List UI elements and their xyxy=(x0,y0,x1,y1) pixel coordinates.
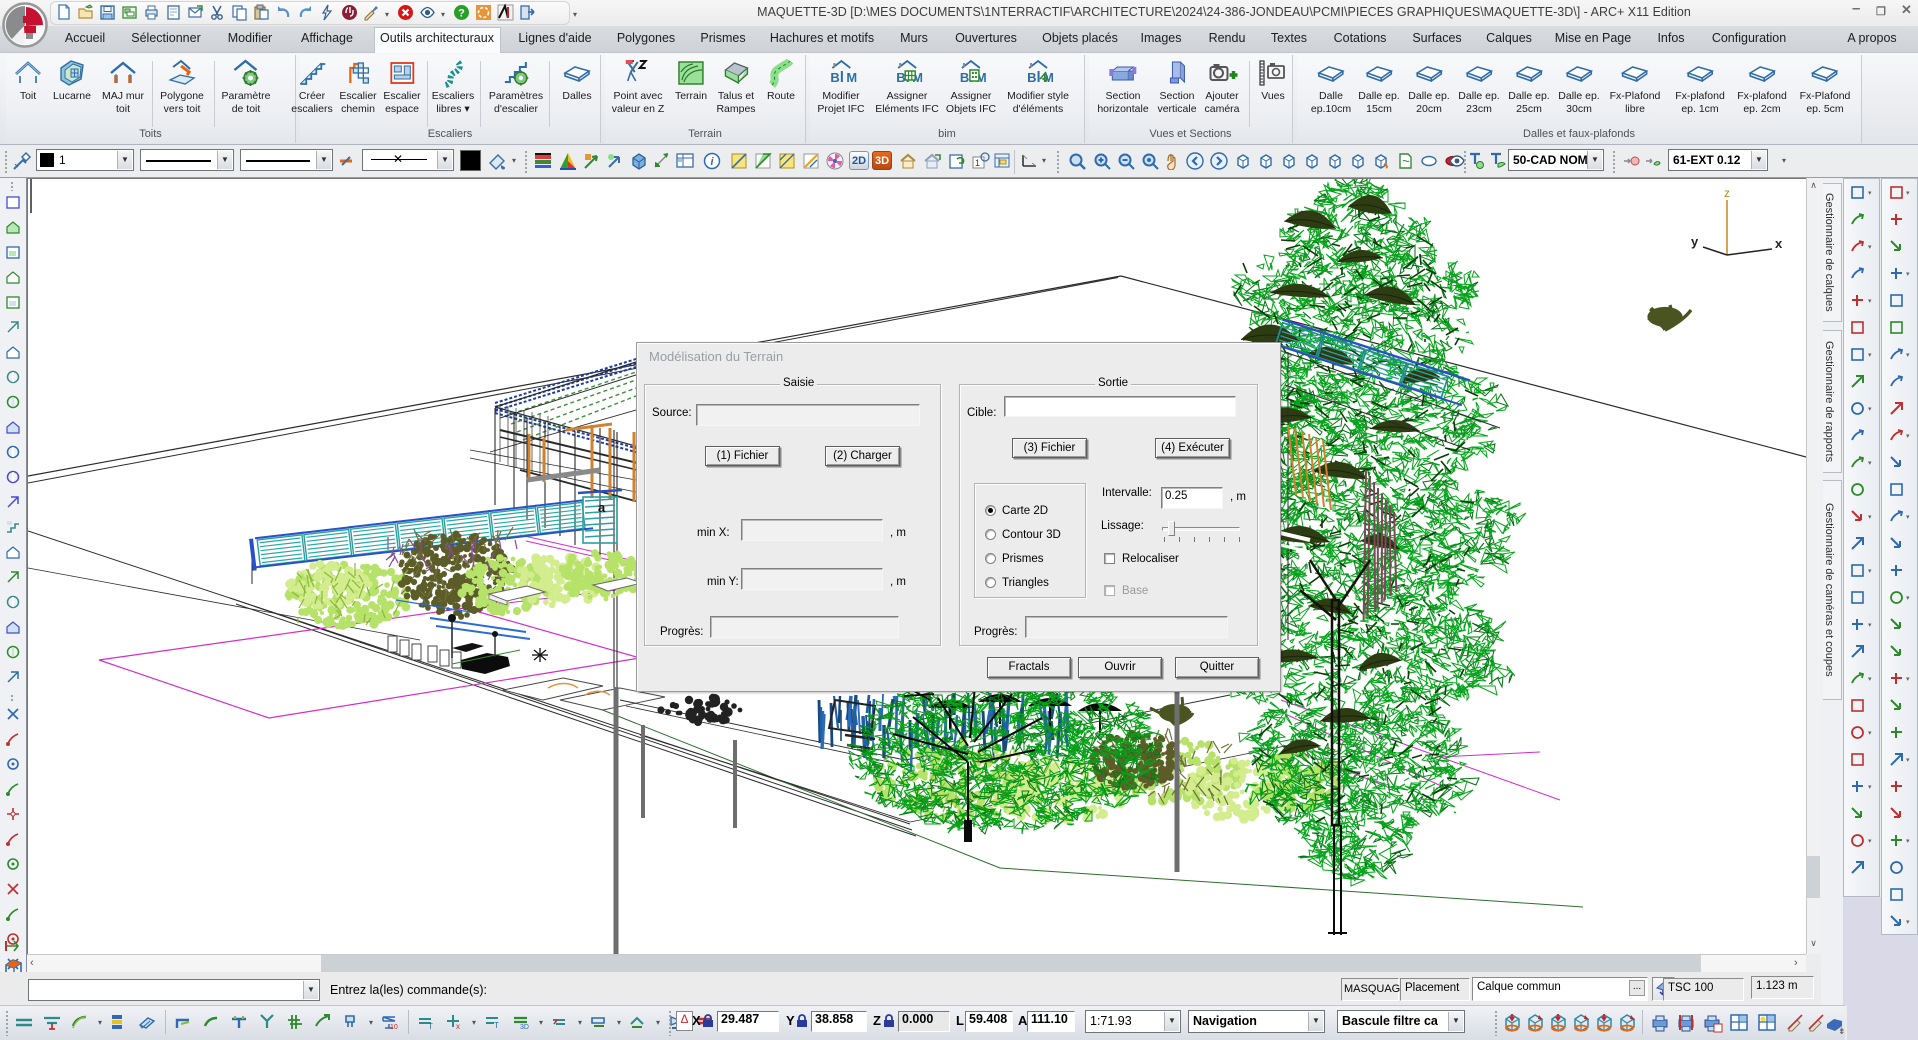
svg-text:B: B xyxy=(960,70,969,85)
svg-text:10: 10 xyxy=(390,1024,398,1031)
svg-text:x: x xyxy=(456,1022,460,1031)
svg-text:3D: 3D xyxy=(520,1024,529,1031)
svg-text:B: B xyxy=(830,70,839,85)
svg-text:x: x xyxy=(1775,236,1783,251)
svg-text:a: a xyxy=(598,500,606,515)
svg-text:T: T xyxy=(428,1022,433,1031)
svg-text:?: ? xyxy=(458,8,465,20)
svg-text:B: B xyxy=(1027,70,1036,85)
svg-text:M: M xyxy=(846,70,856,85)
svg-text:B: B xyxy=(896,70,905,85)
svg-text:1: 1 xyxy=(975,158,980,168)
svg-text:y: y xyxy=(1691,234,1699,249)
svg-text:T: T xyxy=(494,1021,499,1030)
svg-text:z: z xyxy=(1724,186,1730,200)
